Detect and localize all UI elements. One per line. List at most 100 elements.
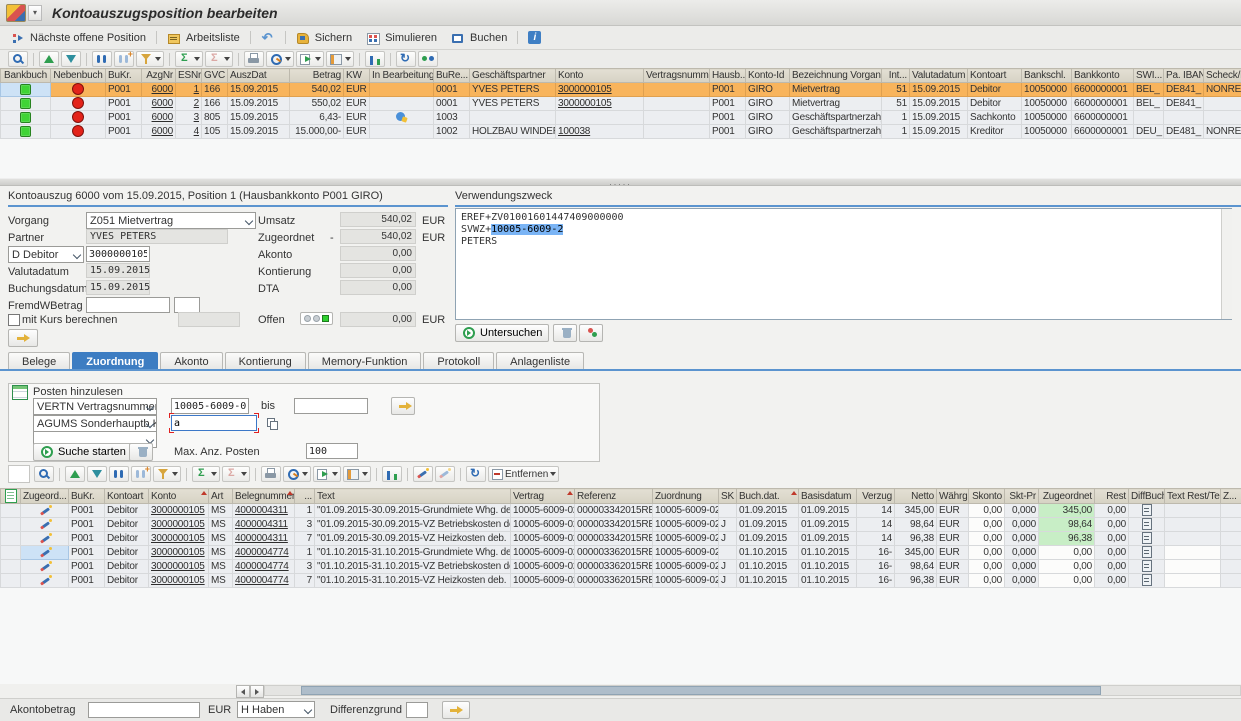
table-row[interactable]: P001Debitor3000000105MS40000047747"01.10… xyxy=(1,574,1241,588)
cell[interactable] xyxy=(370,125,434,139)
cell[interactable]: HOLZBAU WINDERBACHAG xyxy=(470,125,556,139)
cell[interactable]: Debitor xyxy=(968,97,1022,111)
column-header[interactable]: Int... xyxy=(882,69,910,83)
cell[interactable] xyxy=(21,574,69,588)
cell-link[interactable]: 4000004774 xyxy=(235,561,289,572)
table-row[interactable]: P001Debitor3000000105MS40000043113"01.09… xyxy=(1,518,1241,532)
tab-akonto[interactable]: Akonto xyxy=(160,352,222,370)
cell[interactable]: 6600000001 xyxy=(1072,111,1134,125)
cell-link[interactable]: 100038 xyxy=(558,126,590,137)
cell[interactable]: 345,00 xyxy=(895,504,937,518)
table-row[interactable]: P001Debitor3000000105MS40000043117"01.09… xyxy=(1,532,1241,546)
layout-button[interactable] xyxy=(343,466,371,482)
cell[interactable]: MS xyxy=(209,504,233,518)
cell[interactable] xyxy=(1221,532,1241,546)
cell[interactable]: 10005-6009-02 xyxy=(511,546,575,560)
table-row[interactable]: P001Debitor3000000105MS40000043111"01.09… xyxy=(1,504,1241,518)
cell[interactable]: "01.10.2015-31.10.2015-VZ Heizkosten deb… xyxy=(315,574,511,588)
search-button[interactable] xyxy=(34,466,54,482)
cell[interactable]: EUR xyxy=(937,532,969,546)
column-header[interactable]: Scheck/D xyxy=(1204,69,1241,83)
column-header[interactable]: Bankschl. xyxy=(1022,69,1072,83)
cell[interactable]: 14 xyxy=(857,504,895,518)
cell[interactable]: 4000004311 xyxy=(233,504,295,518)
tab-belege[interactable]: Belege xyxy=(8,352,70,370)
cell[interactable]: BEL_ xyxy=(1134,83,1164,97)
cell[interactable] xyxy=(1221,560,1241,574)
cell[interactable]: 15.09.2015 xyxy=(228,111,290,125)
column-header[interactable]: Art xyxy=(209,489,233,504)
cell[interactable]: DEU_ xyxy=(1134,125,1164,139)
usage-scrollbar[interactable] xyxy=(1221,209,1232,319)
remove-button[interactable]: Entfernen xyxy=(488,466,559,482)
cell[interactable]: P001 xyxy=(106,83,142,97)
cell[interactable]: 7 xyxy=(295,574,315,588)
column-header[interactable]: GVC xyxy=(202,69,228,83)
cell[interactable]: 4000004311 xyxy=(233,518,295,532)
cell[interactable] xyxy=(1165,560,1221,574)
cell[interactable] xyxy=(556,111,644,125)
cell[interactable]: 345,00 xyxy=(1039,504,1095,518)
differenzgrund-input[interactable] xyxy=(406,702,428,718)
column-header[interactable]: KW xyxy=(344,69,370,83)
cell[interactable]: GIRO xyxy=(746,111,790,125)
difference-parameter-button[interactable] xyxy=(442,701,470,719)
cell[interactable]: DE841_ xyxy=(1164,97,1204,111)
cell[interactable]: 15.09.2015 xyxy=(910,83,968,97)
cell[interactable]: 6600000001 xyxy=(1072,97,1134,111)
cell[interactable] xyxy=(51,97,106,111)
cell[interactable]: P001 xyxy=(69,546,105,560)
cell[interactable]: 14 xyxy=(857,518,895,532)
cell[interactable]: P001 xyxy=(710,111,746,125)
cell-link[interactable]: 4000004774 xyxy=(235,547,289,558)
cell[interactable]: MS xyxy=(209,532,233,546)
cell[interactable] xyxy=(1,546,21,560)
cell[interactable]: "01.10.2015-31.10.2015-Grundmiete Whg. d… xyxy=(315,546,511,560)
cell-link[interactable]: 3000000105 xyxy=(151,519,205,530)
cell[interactable]: 01.10.2015 xyxy=(799,546,857,560)
cell[interactable] xyxy=(1,574,21,588)
possible-entries-button[interactable] xyxy=(259,415,277,431)
cell[interactable] xyxy=(1221,546,1241,560)
cell[interactable]: 3 xyxy=(176,111,202,125)
cell[interactable] xyxy=(1165,546,1221,560)
cell[interactable]: 0,00 xyxy=(969,504,1005,518)
column-header[interactable]: Konto xyxy=(556,69,644,83)
column-header[interactable]: Vertrag xyxy=(511,489,575,504)
cell[interactable]: GIRO xyxy=(746,83,790,97)
cell[interactable]: 0,00 xyxy=(969,532,1005,546)
cell[interactable]: 10050000 xyxy=(1022,111,1072,125)
cell[interactable] xyxy=(644,83,710,97)
cell[interactable]: Mietvertrag xyxy=(790,83,882,97)
cell[interactable]: 000003362015REPP xyxy=(575,546,653,560)
cell[interactable] xyxy=(370,83,434,97)
cell[interactable]: J xyxy=(719,574,737,588)
cell[interactable]: 6000 xyxy=(142,125,176,139)
cell[interactable]: P001 xyxy=(710,83,746,97)
tab-zuordnung[interactable]: Zuordnung xyxy=(72,352,158,370)
cell[interactable]: 16- xyxy=(857,574,895,588)
column-header[interactable]: Netto xyxy=(895,489,937,504)
column-header[interactable]: Referenz xyxy=(575,489,653,504)
cell[interactable]: 98,64 xyxy=(1039,518,1095,532)
cell[interactable]: 000003342015REPP xyxy=(575,532,653,546)
cell[interactable]: 10005-6009-02 xyxy=(511,518,575,532)
cell[interactable]: 000003362015REPP xyxy=(575,560,653,574)
cell[interactable]: J xyxy=(719,560,737,574)
column-header[interactable]: Text Rest/Teilzlg xyxy=(1165,489,1221,504)
cell[interactable]: 6000 xyxy=(142,111,176,125)
cell[interactable] xyxy=(1221,518,1241,532)
column-header[interactable]: DiffBuchArt xyxy=(1129,489,1165,504)
scrollbar-track[interactable] xyxy=(264,685,1241,696)
table-row[interactable]: P0016000380515.09.20156,43-EUR1003P001GI… xyxy=(1,111,1241,125)
cell[interactable]: 15.09.2015 xyxy=(228,83,290,97)
cell[interactable] xyxy=(1,560,21,574)
cell[interactable]: MS xyxy=(209,518,233,532)
column-header[interactable]: Verzug xyxy=(857,489,895,504)
worklist-button[interactable]: Arbeitsliste xyxy=(160,29,247,47)
cell[interactable]: EUR xyxy=(344,83,370,97)
cell[interactable]: BEL_ xyxy=(1134,97,1164,111)
column-header[interactable]: Nebenbuch xyxy=(51,69,106,83)
cell[interactable] xyxy=(1165,532,1221,546)
debit-credit-select[interactable]: H Haben xyxy=(237,701,315,718)
